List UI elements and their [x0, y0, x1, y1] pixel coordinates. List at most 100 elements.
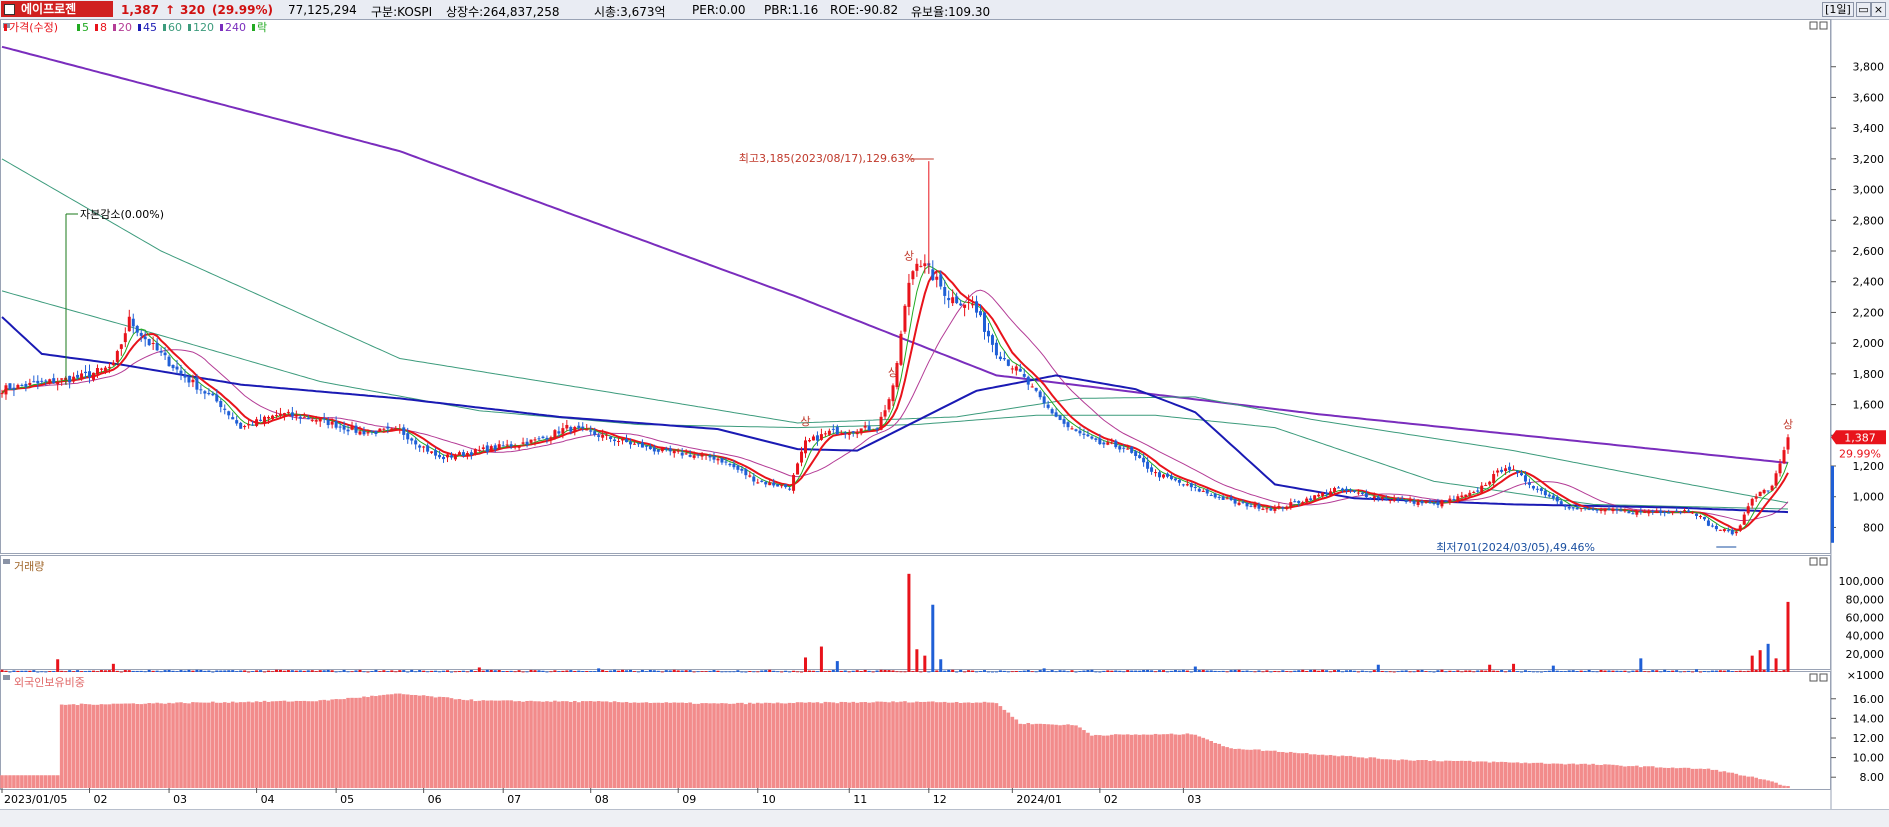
candle	[322, 418, 326, 420]
candle	[1599, 509, 1603, 511]
foreign-ratio-bar	[1742, 775, 1747, 788]
foreign-ratio-bar	[1332, 755, 1337, 788]
stock-selector-icon[interactable]	[4, 4, 15, 15]
upper-limit-mark: 상	[800, 415, 810, 428]
candle	[342, 425, 346, 430]
foreign-ratio-bar	[326, 700, 330, 788]
foreign-ratio-bar	[859, 702, 863, 788]
foreign-ratio-bar	[851, 701, 856, 788]
x-tick-label: 08	[595, 793, 609, 806]
candle	[1523, 475, 1527, 482]
foreign-ratio-bar	[628, 702, 633, 788]
volume-bar	[827, 670, 831, 672]
pane-close-icon[interactable]	[1819, 673, 1828, 682]
price-tick-label: 2,800	[1853, 214, 1885, 227]
foreign-ratio-bar	[783, 703, 788, 788]
volume-bar	[732, 671, 736, 673]
foreign-ratio-bar	[175, 702, 179, 788]
volume-bar	[915, 649, 919, 672]
foreign-ratio-bar	[1551, 763, 1556, 788]
candle	[48, 379, 52, 383]
candle	[605, 434, 609, 436]
candle	[1770, 485, 1774, 491]
pane-close-icon[interactable]	[1819, 557, 1828, 566]
candle	[839, 433, 843, 435]
close-icon[interactable]: ×	[1871, 2, 1886, 17]
foreign-ratio-bar	[1376, 758, 1381, 788]
candle	[139, 332, 143, 336]
period-button[interactable]: [1일]	[1822, 2, 1854, 17]
volume-bar	[1392, 671, 1396, 673]
volume-bar	[60, 670, 64, 672]
candle	[167, 356, 171, 367]
foreign-ratio-bar	[1770, 781, 1774, 788]
volume-bar	[1265, 670, 1269, 672]
candle	[1651, 510, 1655, 513]
foreign-ratio-bar	[378, 695, 382, 788]
foreign-ratio-bar	[1082, 730, 1086, 788]
volume-bar	[1388, 671, 1392, 673]
candle	[469, 452, 473, 456]
volume-bar	[99, 670, 103, 672]
volume-bar	[708, 670, 712, 672]
volume-bar	[1424, 671, 1428, 672]
pane-toggle-icon[interactable]	[3, 559, 10, 564]
candle	[40, 380, 44, 382]
volume-bar	[724, 671, 728, 673]
volume-bar	[1516, 671, 1520, 672]
candle	[1110, 442, 1114, 444]
volume-bar	[4, 670, 8, 672]
volume-bar	[1205, 670, 1209, 672]
candle	[871, 430, 875, 432]
x-tick-label: 10	[762, 793, 776, 806]
volume-bar	[513, 671, 517, 673]
volume-bar	[1285, 671, 1289, 672]
stock-chart[interactable]: 8001,0001,2001,4001,6001,8002,0002,2002,…	[0, 19, 1889, 809]
volume-bar	[95, 671, 99, 672]
volume-bar	[1150, 670, 1154, 672]
pane-close-icon[interactable]	[1819, 21, 1828, 30]
candle	[1543, 490, 1547, 496]
candle	[875, 428, 879, 430]
price-tick-label: 2,000	[1853, 337, 1885, 350]
foreign-ratio-bar	[1428, 761, 1432, 788]
foreign-ratio-bar	[465, 700, 470, 788]
x-tick-label: 2023/01/05	[4, 793, 67, 806]
candle	[601, 434, 605, 438]
volume-bar	[815, 671, 819, 673]
volume-bar	[640, 669, 644, 672]
candle	[573, 426, 577, 432]
chart-scrollbar[interactable]	[0, 809, 1889, 827]
volume-bar	[1563, 671, 1567, 672]
foreign-ratio-bar	[1778, 784, 1782, 788]
foreign-ratio-bar	[1710, 769, 1715, 788]
candle	[1734, 531, 1738, 534]
volume-bar	[477, 667, 481, 672]
pane-restore-icon[interactable]	[1809, 21, 1818, 30]
pane-toggle-icon[interactable]	[3, 675, 10, 680]
candle	[1090, 436, 1094, 439]
volume-tick-label: 40,000	[1846, 630, 1885, 643]
foreign-ratio-bar	[28, 775, 32, 788]
candle	[680, 452, 684, 456]
foreign-ratio-bar	[572, 700, 577, 788]
foreign-ratio-bar	[199, 702, 203, 788]
pane-restore-icon[interactable]	[1809, 673, 1818, 682]
candle	[664, 448, 668, 450]
candle	[867, 426, 871, 431]
foreign-ratio-bar	[338, 699, 342, 788]
restore-icon[interactable]: ▭	[1856, 2, 1871, 17]
foreign-ratio-bar	[612, 701, 617, 788]
candle	[418, 445, 422, 448]
foreign-ratio-bar	[1018, 723, 1023, 788]
stock-name-button[interactable]: 에이프로젠	[1, 1, 113, 17]
volume-bar	[1042, 668, 1046, 672]
candle	[191, 379, 195, 383]
pane-restore-icon[interactable]	[1809, 557, 1818, 566]
foreign-ratio-bar	[1448, 760, 1452, 788]
candle	[561, 428, 565, 434]
candle	[1587, 508, 1591, 510]
candle	[1623, 510, 1627, 512]
candle	[135, 325, 139, 333]
foreign-ratio-bar	[1754, 777, 1758, 788]
